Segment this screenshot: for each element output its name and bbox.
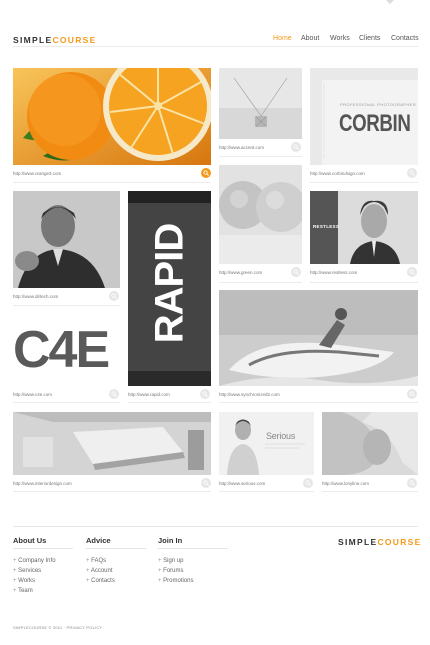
footer-link-promotions[interactable]: Promotions <box>158 578 193 584</box>
portfolio-item-interior[interactable]: http://www.interiordesign.com <box>13 412 211 492</box>
footer-heading-advice: Advice <box>86 536 111 545</box>
portfolio-link[interactable]: http://www.lonyline.com <box>322 481 369 486</box>
copyright-text: SIMPLECOURSE © 2011 · PRIVACY POLICY <box>13 625 103 630</box>
nav-indicator-caret <box>386 0 394 4</box>
portfolio-item-rapid[interactable]: RAPID http://www.rapid.com <box>128 191 211 403</box>
serious-thumbnail[interactable]: Serious <box>219 412 314 475</box>
footer-link-team[interactable]: Team <box>13 588 33 594</box>
corbin-tagline: PROFESSIONAL PHOTOGRAPHER <box>340 102 417 107</box>
nav-home[interactable]: Home <box>273 35 292 42</box>
footer-heading-underline <box>158 548 228 549</box>
portfolio-link[interactable]: http://www.synchronized2.com <box>219 392 280 397</box>
rapid-thumbnail[interactable]: RAPID <box>128 191 211 386</box>
tile-divider <box>310 182 418 183</box>
footer-heading-join-in: Join In <box>158 536 183 545</box>
portfolio-link[interactable]: http://www.rapid.com <box>128 392 170 397</box>
footer-link-works[interactable]: Works <box>13 578 35 584</box>
zoom-icon[interactable] <box>109 291 119 301</box>
footer-link-company-info[interactable]: Company Info <box>13 558 55 564</box>
c4e-logo-text: C4E <box>13 321 110 379</box>
footer-link-sign-up[interactable]: Sign up <box>158 558 183 564</box>
portfolio-link[interactable]: http://www.c4e.com <box>13 392 52 397</box>
c4e-thumbnail[interactable]: C4E <box>13 314 120 386</box>
footer-top-divider <box>13 526 418 527</box>
footer-link-account[interactable]: Account <box>86 568 113 574</box>
portfolio-link[interactable]: http://www.orange3.com <box>13 171 61 176</box>
footer-heading-underline <box>86 548 146 549</box>
portfolio-item-synchronized[interactable]: http://www.synchronized2.com <box>219 290 418 403</box>
nav-works[interactable]: Works <box>330 35 350 42</box>
tile-divider <box>219 491 314 492</box>
orange-thumbnail[interactable] <box>13 68 211 165</box>
portfolio-link[interactable]: http://www.corbindsign.com <box>310 171 365 176</box>
footer-heading-about: About Us <box>13 536 47 545</box>
zoom-icon[interactable] <box>407 267 417 277</box>
portfolio-link[interactable]: http://www.restless.com <box>310 270 357 275</box>
footer-link-forums[interactable]: Forums <box>158 568 183 574</box>
tile-divider <box>128 402 211 403</box>
portfolio-item-restless[interactable]: RESTLESS http://www.restless.com <box>310 191 418 283</box>
site-logo[interactable]: SIMPLECOURSE <box>13 35 97 45</box>
portfolio-item-serious[interactable]: Serious http://www.serious.com <box>219 412 314 492</box>
tile-divider <box>219 282 302 283</box>
nav-about[interactable]: About <box>301 35 319 42</box>
serious-logo-text: Serious <box>266 431 296 441</box>
portfolio-item-green[interactable]: http://www.green.com <box>219 165 302 283</box>
zoom-icon[interactable] <box>201 168 211 178</box>
zoom-icon[interactable] <box>201 478 211 488</box>
portfolio-link[interactable]: http://www.accent.com <box>219 145 264 150</box>
restless-thumbnail[interactable]: RESTLESS <box>310 191 418 264</box>
portfolio-item-corbin[interactable]: PROFESSIONAL PHOTOGRAPHER CORBIN http://… <box>310 68 418 183</box>
nav-contacts[interactable]: Contacts <box>391 35 419 42</box>
restless-label: RESTLESS <box>313 224 340 229</box>
zoom-icon[interactable] <box>303 478 313 488</box>
zoom-icon[interactable] <box>291 142 301 152</box>
portfolio-item-c4e[interactable]: C4E http://www.c4e.com <box>13 314 120 403</box>
tile-divider <box>219 402 418 403</box>
synchronized-thumbnail[interactable] <box>219 290 418 386</box>
dirtech-thumbnail[interactable] <box>13 191 120 288</box>
tile-divider <box>13 402 120 403</box>
green-thumbnail[interactable] <box>219 165 302 264</box>
zoom-icon[interactable] <box>200 389 210 399</box>
interior-thumbnail[interactable] <box>13 412 211 475</box>
footer-logo[interactable]: SIMPLECOURSE <box>338 537 422 547</box>
portfolio-link[interactable]: http://www.dirtech.com <box>13 294 58 299</box>
footer-link-contacts[interactable]: Contacts <box>86 578 115 584</box>
portfolio-item-accent[interactable]: http://www.accent.com <box>219 68 302 157</box>
portfolio-link[interactable]: http://www.green.com <box>219 270 262 275</box>
lonyline-thumbnail[interactable] <box>322 412 418 475</box>
tile-divider <box>310 282 418 283</box>
portfolio-link[interactable]: http://www.serious.com <box>219 481 265 486</box>
tile-divider <box>13 305 120 306</box>
corbin-thumbnail[interactable]: PROFESSIONAL PHOTOGRAPHER CORBIN <box>310 68 418 165</box>
accent-thumbnail[interactable] <box>219 68 302 139</box>
zoom-icon[interactable] <box>291 267 301 277</box>
zoom-icon[interactable] <box>109 389 119 399</box>
portfolio-item-dirtech[interactable]: http://www.dirtech.com <box>13 191 120 306</box>
header-divider <box>13 46 418 47</box>
footer-heading-underline <box>13 548 73 549</box>
zoom-icon[interactable] <box>407 478 417 488</box>
tile-divider <box>13 491 211 492</box>
tile-divider <box>219 156 302 157</box>
portfolio-item-lonyline[interactable]: http://www.lonyline.com <box>322 412 418 492</box>
corbin-logo-text: CORBIN <box>339 110 411 137</box>
portfolio-item-orange[interactable]: http://www.orange3.com <box>13 68 211 183</box>
zoom-icon[interactable] <box>407 168 417 178</box>
rapid-logo-text: RAPID <box>147 223 192 344</box>
zoom-icon[interactable] <box>407 389 417 399</box>
nav-clients[interactable]: Clients <box>359 35 380 42</box>
tile-divider <box>322 491 418 492</box>
footer-link-services[interactable]: Services <box>13 568 41 574</box>
tile-divider <box>13 182 211 183</box>
footer-link-faqs[interactable]: FAQs <box>86 558 106 564</box>
portfolio-link[interactable]: http://www.interiordesign.com <box>13 481 72 486</box>
